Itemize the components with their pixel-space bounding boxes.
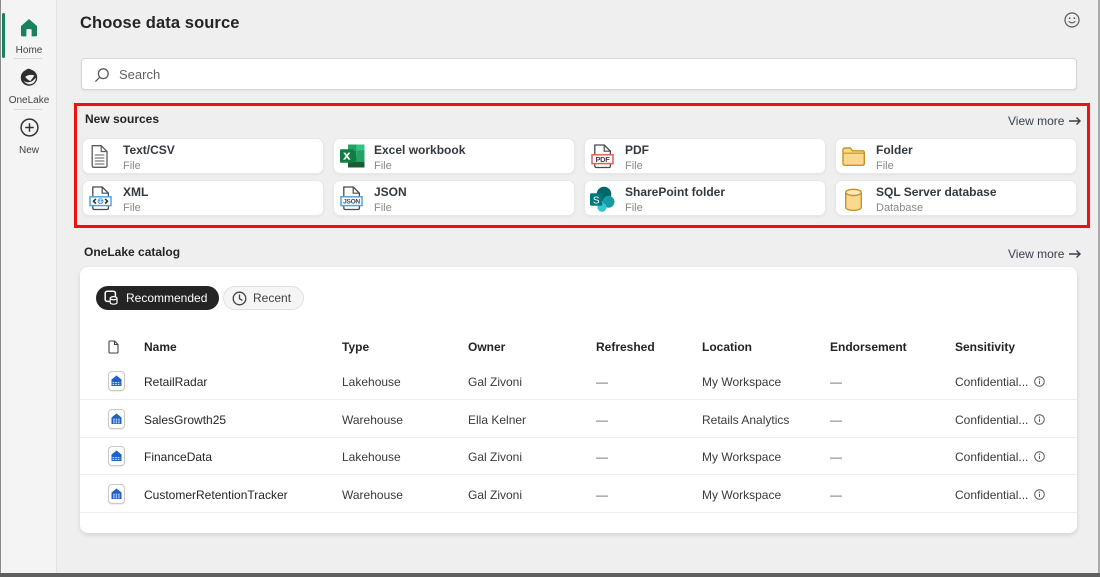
svg-text:JSON: JSON	[343, 199, 360, 206]
svg-text:S: S	[593, 196, 600, 207]
svg-text:PDF: PDF	[595, 155, 610, 164]
